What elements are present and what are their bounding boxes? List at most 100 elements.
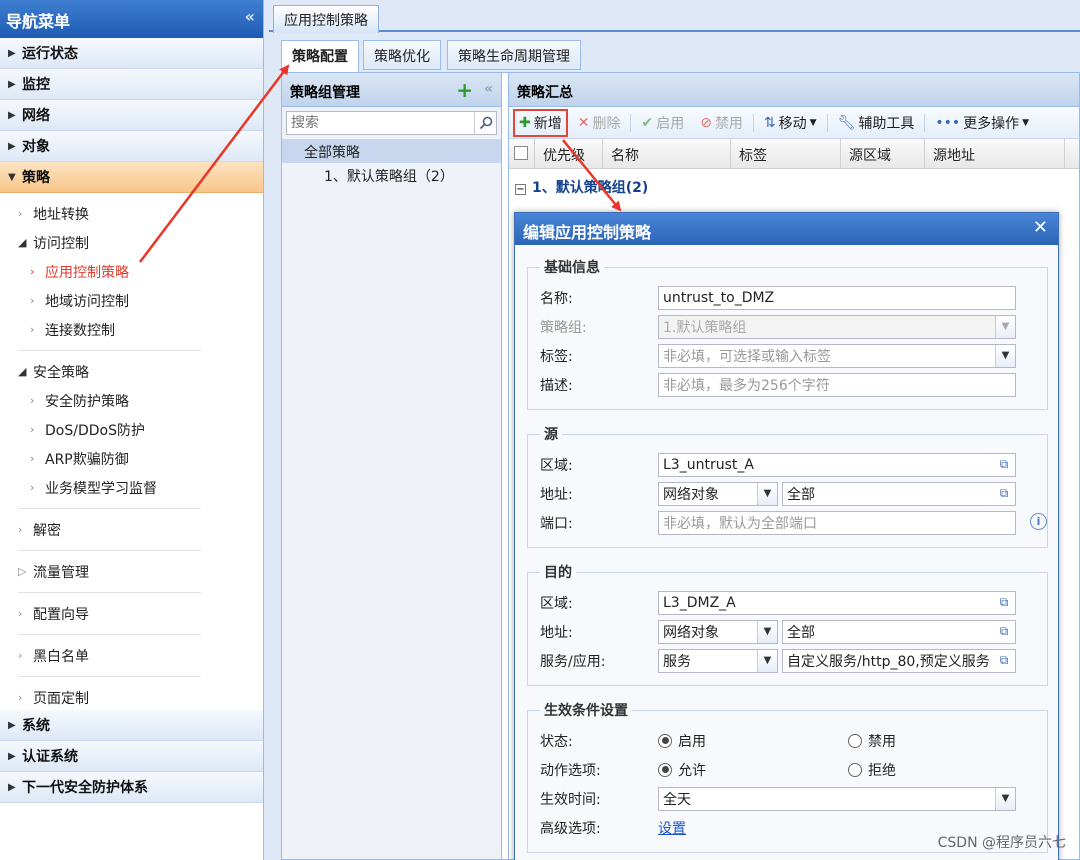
nav-item-page-custom[interactable]: › 页面定制 xyxy=(0,683,263,712)
tab-policy-lifecycle[interactable]: 策略生命周期管理 xyxy=(447,40,581,70)
src-zone-input[interactable]: L3_untrust_A ⧉ xyxy=(658,452,1016,477)
picker-icon[interactable]: ⧉ xyxy=(993,620,1015,643)
dst-addr-input[interactable]: 全部 ⧉ xyxy=(782,619,1016,644)
tab-app-policy[interactable]: 应用控制策略 xyxy=(273,5,379,33)
nav-section-network[interactable]: ▶ 网络 xyxy=(0,100,263,131)
adv-label: 高级选项: xyxy=(540,820,601,837)
action-deny-radio[interactable]: 拒绝 xyxy=(848,760,896,780)
tree-item-default-group[interactable]: 1、默认策略组（2） xyxy=(282,163,501,187)
nav-item-geo-access[interactable]: › 地域访问控制 xyxy=(0,286,263,315)
group-search-input[interactable] xyxy=(287,112,474,134)
divider xyxy=(18,592,201,593)
svc-type-select[interactable]: 服务 ▼ xyxy=(658,648,778,673)
action-allow-radio[interactable]: 允许 xyxy=(658,760,706,780)
nav-group-security-policy[interactable]: ◢ 安全策略 xyxy=(0,357,263,386)
nav-item-decrypt[interactable]: › 解密 xyxy=(0,515,263,544)
tree-item-all-policies[interactable]: 全部策略 xyxy=(282,139,501,163)
caret-right-icon: ▶ xyxy=(8,719,16,731)
caret-right-icon: ▶ xyxy=(8,109,16,121)
time-select[interactable]: 全天 ▼ xyxy=(658,786,1016,811)
summary-panel-header: 策略汇总 xyxy=(509,73,1079,107)
tab-policy-config[interactable]: 策略配置 xyxy=(281,40,359,72)
nav-section-auth[interactable]: ▶ 认证系统 xyxy=(0,741,263,772)
effect-section: 生效条件设置 状态: 启用 禁用 动作选项: 允许 拒绝 生效时间: 全天 ▼ 高… xyxy=(527,700,1048,853)
tools-button[interactable]: 🔧︎ 辅助工具 xyxy=(832,110,921,136)
select-all-checkbox[interactable] xyxy=(509,139,535,168)
nav-item-ddos[interactable]: › DoS/DDoS防护 xyxy=(0,415,263,444)
delete-button[interactable]: ✕ 删除 xyxy=(572,110,627,136)
src-port-input[interactable]: 非必填，默认为全部端口 xyxy=(658,510,1016,535)
picker-icon[interactable]: ⧉ xyxy=(993,453,1015,476)
divider xyxy=(18,676,201,677)
state-disable-radio[interactable]: 禁用 xyxy=(848,731,896,751)
collapse-minus-icon[interactable]: − xyxy=(515,184,526,195)
src-addr-type-select[interactable]: 网络对象 ▼ xyxy=(658,481,778,506)
nav-item-app-policy[interactable]: › 应用控制策略 xyxy=(0,257,263,286)
col-src-addr[interactable]: 源地址 xyxy=(925,139,1065,168)
svc-input[interactable]: 自定义服务/http_80,预定义服务 ⧉ xyxy=(782,648,1016,673)
col-priority[interactable]: 优先级 xyxy=(535,139,603,168)
nav-section-monitor[interactable]: ▶ 监控 xyxy=(0,69,263,100)
move-button[interactable]: ⇅ 移动 ▼ xyxy=(758,110,823,136)
dialog-title: 编辑应用控制策略 xyxy=(523,223,652,242)
desc-input[interactable]: 非必填，最多为256个字符 xyxy=(658,372,1016,397)
src-addr-input[interactable]: 全部 ⧉ xyxy=(782,481,1016,506)
basic-info-section: 基础信息 名称: untrust_to_DMZ 策略组: 1.默认策略组 ▼ 标签… xyxy=(527,257,1048,410)
nav-item-wizard[interactable]: › 配置向导 xyxy=(0,599,263,628)
nav-section-object[interactable]: ▶ 对象 xyxy=(0,131,263,162)
chevron-right-icon: › xyxy=(30,423,35,436)
picker-icon[interactable]: ⧉ xyxy=(993,482,1015,505)
chevron-right-icon: › xyxy=(30,265,35,278)
chevron-down-icon[interactable]: ▼ xyxy=(995,344,1015,367)
divider xyxy=(18,508,201,509)
nav-section-system[interactable]: ▶ 系统 xyxy=(0,710,263,741)
desc-label: 描述: xyxy=(540,377,573,394)
divider xyxy=(18,550,201,551)
chevron-right-icon: › xyxy=(30,294,35,307)
toolbar-separator xyxy=(752,113,754,132)
nav-section-status[interactable]: ▶ 运行状态 xyxy=(0,38,263,69)
close-icon[interactable]: ✕ xyxy=(1033,217,1048,238)
dst-zone-input[interactable]: L3_DMZ_A ⧉ xyxy=(658,590,1016,615)
adv-settings-link[interactable]: 设置 xyxy=(658,818,686,838)
disable-button[interactable]: ⊘ 禁用 xyxy=(694,110,749,136)
add-button[interactable]: ✚ 新增 xyxy=(513,108,568,137)
nav-section-ngsp[interactable]: ▶ 下一代安全防护体系 xyxy=(0,772,263,803)
more-actions-button[interactable]: ••• 更多操作 ▼ xyxy=(929,110,1035,136)
collapse-icon[interactable]: « xyxy=(245,7,255,26)
nav-item-conn-limit[interactable]: › 连接数控制 xyxy=(0,315,263,344)
nav-item-blackwhite[interactable]: › 黑白名单 xyxy=(0,641,263,670)
state-enable-radio[interactable]: 启用 xyxy=(658,731,706,751)
main-tab-bar: 应用控制策略 xyxy=(269,0,1080,33)
picker-icon[interactable]: ⧉ xyxy=(993,649,1015,672)
nav-section-policy[interactable]: ▼ 策略 xyxy=(0,162,263,193)
tag-combobox[interactable]: 非必填，可选择或输入标签 ▼ xyxy=(658,343,1016,368)
col-name[interactable]: 名称 xyxy=(603,139,731,168)
caret-down-icon: ◢ xyxy=(18,365,27,378)
nav-item-biz-model[interactable]: › 业务模型学习监督 xyxy=(0,473,263,502)
picker-icon[interactable]: ⧉ xyxy=(993,591,1015,614)
enable-button[interactable]: ✔ 启用 xyxy=(635,110,690,136)
nav-item-nat[interactable]: › 地址转换 xyxy=(0,199,263,228)
nav-group-access-control[interactable]: ◢ 访问控制 xyxy=(0,228,263,257)
divider xyxy=(18,350,201,351)
add-group-icon[interactable]: + xyxy=(456,78,473,102)
name-input[interactable]: untrust_to_DMZ xyxy=(658,285,1016,310)
toolbar-separator xyxy=(630,113,632,132)
nav-item-arp[interactable]: › ARP欺骗防御 xyxy=(0,444,263,473)
col-tag[interactable]: 标签 xyxy=(731,139,841,168)
info-icon[interactable]: i xyxy=(1030,513,1047,530)
nav-item-sec-protect[interactable]: › 安全防护策略 xyxy=(0,386,263,415)
grid-group-row[interactable]: −1、默认策略组(2) xyxy=(509,169,1079,205)
group-label: 策略组: xyxy=(540,319,587,336)
chevron-down-icon: ▼ xyxy=(1022,117,1030,128)
tab-policy-optimize[interactable]: 策略优化 xyxy=(363,40,441,70)
search-icon[interactable] xyxy=(474,112,496,134)
nav-item-traffic[interactable]: ▷ 流量管理 xyxy=(0,557,263,586)
sub-tab-bar: 策略配置 策略优化 策略生命周期管理 xyxy=(275,40,1078,72)
collapse-icon[interactable]: « xyxy=(484,81,493,97)
dst-addr-type-select[interactable]: 网络对象 ▼ xyxy=(658,619,778,644)
col-src-zone[interactable]: 源区域 xyxy=(841,139,925,168)
chevron-down-icon: ▼ xyxy=(757,620,777,643)
name-label: 名称: xyxy=(540,290,573,307)
